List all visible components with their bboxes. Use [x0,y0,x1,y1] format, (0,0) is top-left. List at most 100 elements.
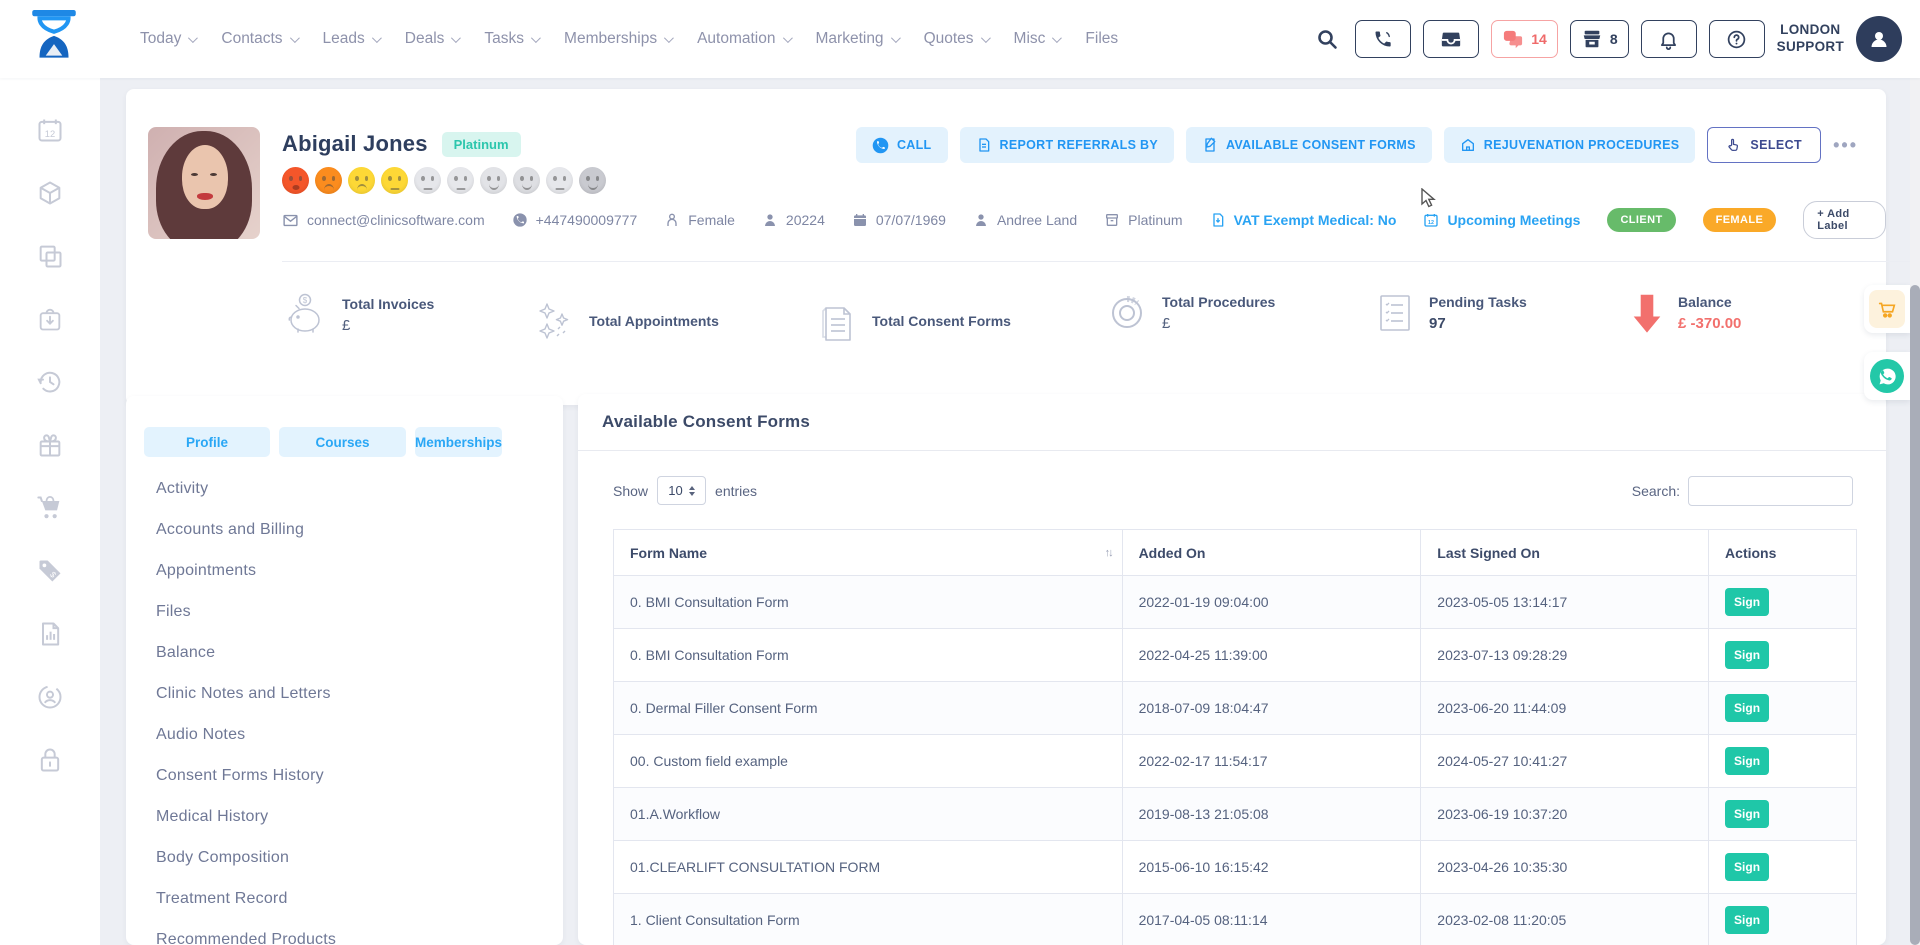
cart-icon[interactable] [1869,290,1905,328]
sign-button[interactable]: Sign [1725,694,1769,722]
svg-text:$: $ [303,296,308,305]
cell-form-name: 0. BMI Consultation Form [614,576,1123,629]
profile-menu-item[interactable]: Audio Notes [156,714,543,755]
sign-button[interactable]: Sign [1725,800,1769,828]
profile-menu-item[interactable]: Medical History [156,796,543,837]
table-row: 0. Dermal Filler Consent Form 2018-07-09… [614,682,1857,735]
cell-form-name: 01.CLEARLIFT CONSULTATION FORM [614,841,1123,894]
lock-icon[interactable] [36,746,64,774]
sign-button[interactable]: Sign [1725,747,1769,775]
column-header-last-signed[interactable]: Last Signed On [1421,530,1709,576]
cell-last-signed: 2024-05-27 10:41:27 [1421,735,1709,788]
mood-face-icon[interactable] [546,167,573,194]
shop-button[interactable]: 8 [1570,20,1629,58]
mood-face-icon[interactable] [480,167,507,194]
mood-face-icon[interactable] [447,167,474,194]
nav-item[interactable]: Misc [1014,30,1060,48]
nav-item[interactable]: Contacts [221,30,296,48]
tag-icon[interactable]: $ [36,557,64,585]
person-icon [762,212,778,228]
vat-exempt-link[interactable]: VAT Exempt Medical: No [1210,212,1397,228]
chevron-down-icon [290,33,300,43]
inbox-button[interactable] [1423,20,1479,58]
whatsapp-icon[interactable] [1870,359,1904,393]
avatar[interactable] [1856,16,1902,62]
patient-gender: Female [664,212,735,228]
gift-icon[interactable] [36,431,64,459]
sign-button[interactable]: Sign [1725,588,1769,616]
mood-face-icon[interactable] [414,167,441,194]
phone-button[interactable] [1355,20,1411,58]
column-header-form-name[interactable]: Form Name↑↓ [614,530,1123,576]
report-icon[interactable] [36,620,64,648]
profile-menu-item[interactable]: Consent Forms History [156,755,543,796]
mood-face-icon[interactable] [381,167,408,194]
donut-chart-icon [1106,292,1148,334]
add-label-button[interactable]: + Add Label [1803,201,1886,239]
profile-tab[interactable]: Profile [144,427,270,457]
nav-item[interactable]: Memberships [564,30,671,48]
table-search-input[interactable] [1688,476,1853,506]
cell-last-signed: 2023-07-13 09:28:29 [1421,629,1709,682]
nav-item[interactable]: Leads [323,30,379,48]
chat-count-badge: 14 [1531,31,1547,47]
profile-menu-item[interactable]: Recommended Products [156,919,543,945]
nav-item[interactable]: Today [140,30,195,48]
profile-menu-item[interactable]: Accounts and Billing [156,509,543,550]
profile-menu-item[interactable]: Treatment Record [156,878,543,919]
rejuvenation-procedures-button[interactable]: REJUVENATION PROCEDURES [1444,127,1696,163]
chevron-down-icon [372,33,382,43]
cell-actions: Sign [1709,788,1857,841]
divider [578,450,1886,451]
profile-menu-item[interactable]: Clinic Notes and Letters [156,673,543,714]
report-referrals-button[interactable]: REPORT REFERRALS BY [960,127,1175,163]
cart-icon[interactable] [36,494,64,522]
profile-menu-item[interactable]: Files [156,591,543,632]
svg-text:12: 12 [1428,220,1434,226]
mood-face-icon[interactable] [315,167,342,194]
calendar-icon[interactable]: 12 [36,116,64,144]
nav-item[interactable]: Deals [405,30,459,48]
copy-icon[interactable] [36,242,64,270]
profile-menu-item[interactable]: Body Composition [156,837,543,878]
mood-face-icon[interactable] [579,167,606,194]
history-icon[interactable] [36,368,64,396]
scrollbar-thumb[interactable] [1910,285,1920,945]
upcoming-meetings-link[interactable]: 12Upcoming Meetings [1423,212,1580,228]
package-icon[interactable] [36,179,64,207]
sign-button[interactable]: Sign [1725,853,1769,881]
app-logo-icon[interactable] [26,10,82,68]
mood-face-icon[interactable] [282,167,309,194]
patient-phone: +447490009777 [512,212,638,228]
select-button[interactable]: SELECT [1707,127,1821,163]
available-consent-forms-button[interactable]: AVAILABLE CONSENT FORMS [1186,127,1432,163]
mood-face-icon[interactable] [513,167,540,194]
consent-forms-panel: Available Consent Forms Show 10 entries … [578,394,1886,945]
sign-button[interactable]: Sign [1725,906,1769,934]
bag-icon[interactable] [36,305,64,333]
call-button[interactable]: CALL [856,127,948,163]
profile-menu-item[interactable]: Appointments [156,550,543,591]
mood-face-icon[interactable] [348,167,375,194]
nav-item[interactable]: Marketing [816,30,898,48]
account-icon[interactable] [36,683,64,711]
tier-badge: Platinum [442,132,521,157]
notifications-button[interactable] [1641,20,1697,58]
nav-item[interactable]: Quotes [924,30,988,48]
help-button[interactable] [1709,20,1765,58]
nav-item[interactable]: Automation [697,30,789,48]
icon-rail: 12 $ [0,78,100,945]
chat-button[interactable]: 14 [1491,20,1558,58]
more-options-button[interactable]: ••• [1833,135,1858,156]
entries-select[interactable]: 10 [657,476,706,505]
search-icon[interactable] [1315,27,1339,51]
sign-button[interactable]: Sign [1725,641,1769,669]
profile-tab[interactable]: Courses [279,427,406,457]
profile-menu-item[interactable]: Balance [156,632,543,673]
column-header-added-on[interactable]: Added On [1122,530,1421,576]
profile-menu-item[interactable]: Activity [156,468,543,509]
profile-tab[interactable]: Memberships [415,427,502,457]
nav-item[interactable]: Tasks [484,30,538,48]
search-label: Search: [1632,483,1680,499]
nav-item[interactable]: Files [1085,30,1118,48]
